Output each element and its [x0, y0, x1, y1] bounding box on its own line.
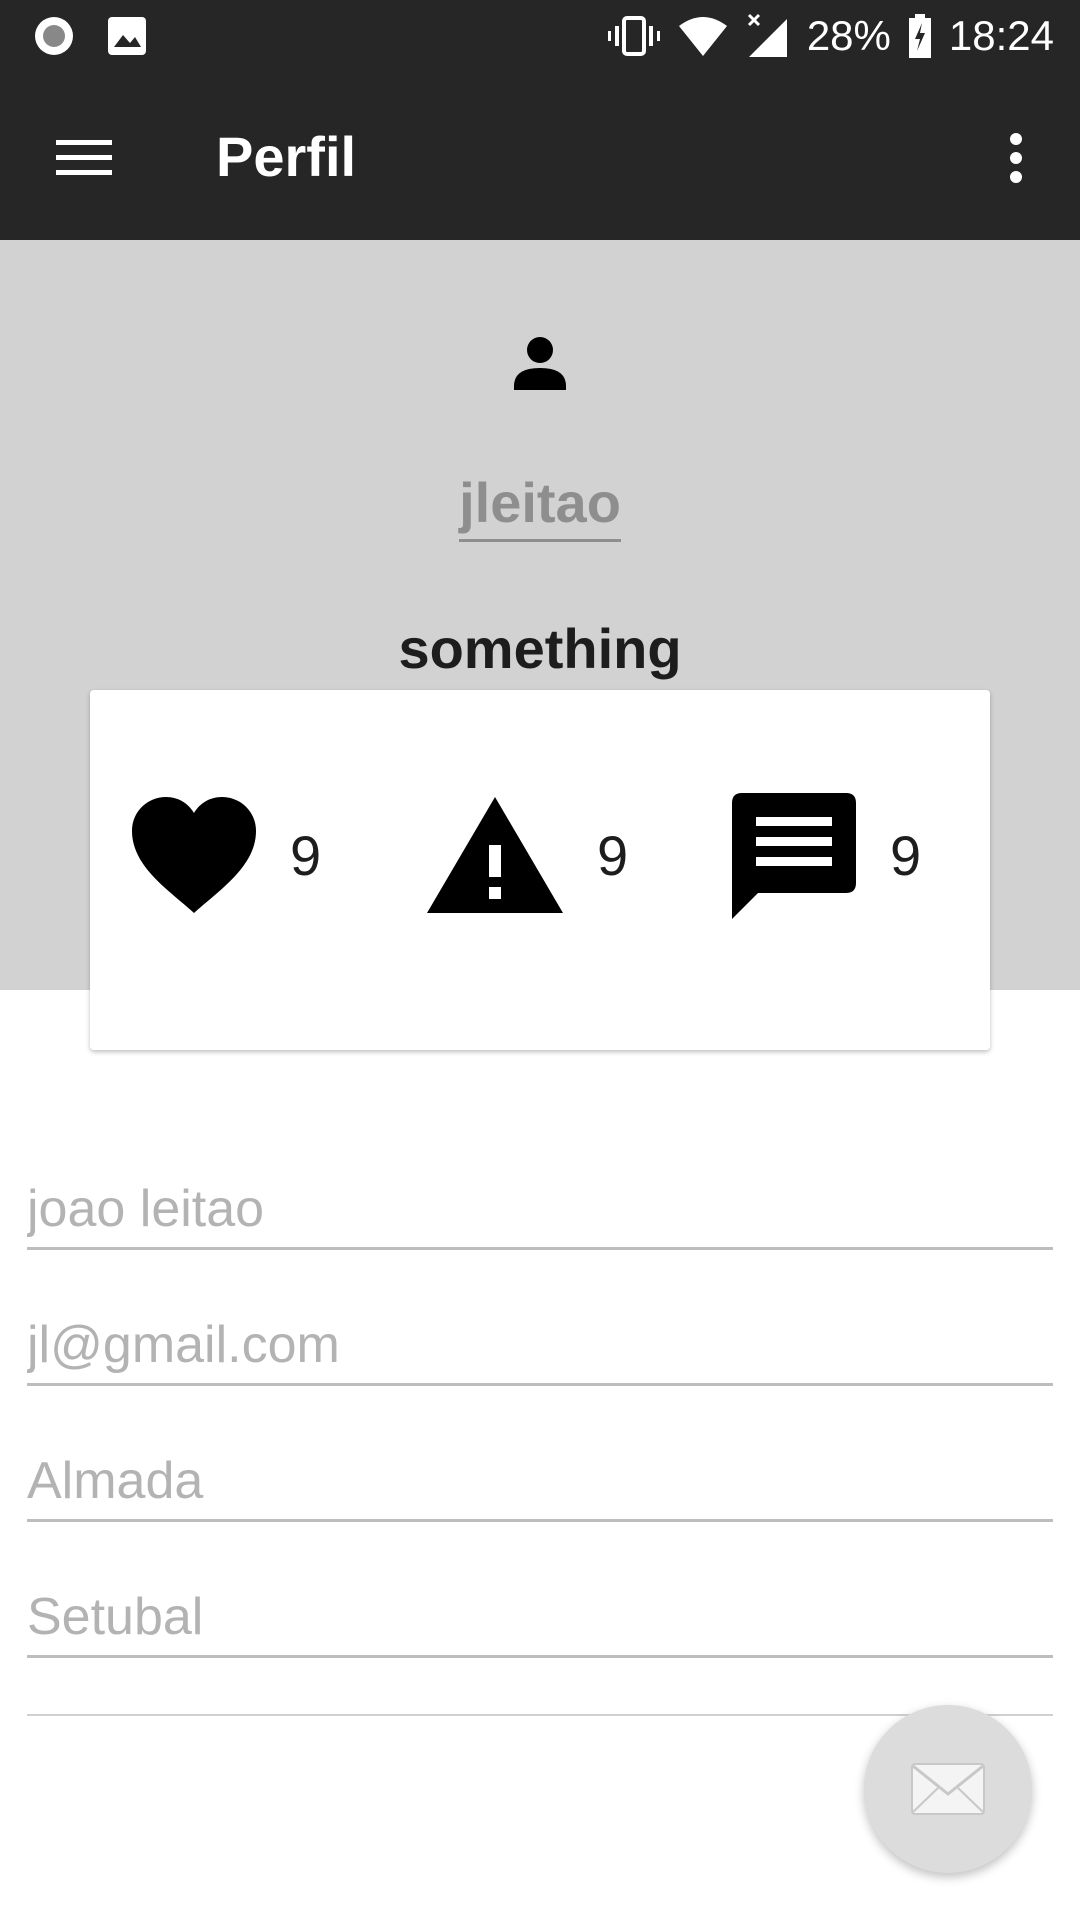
vibrate-icon [607, 14, 661, 58]
extra-field[interactable] [27, 1636, 1053, 1714]
comment-icon [732, 793, 856, 919]
name-field[interactable] [27, 1170, 1053, 1247]
mail-icon [911, 1763, 985, 1815]
city-field[interactable] [27, 1442, 1053, 1519]
likes-count: 9 [290, 823, 322, 887]
warning-icon [427, 797, 563, 913]
bio-text: something [398, 617, 682, 680]
nav-menu-button[interactable] [40, 114, 128, 202]
comments-stat[interactable]: 9 [730, 790, 921, 920]
extra-field-container [27, 1636, 1053, 1716]
battery-charging-icon [907, 13, 933, 59]
clock: 18:24 [948, 12, 1054, 59]
name-field-container [27, 1170, 1053, 1250]
more-vert-icon [1010, 133, 1022, 183]
send-message-fab[interactable] [864, 1705, 1032, 1873]
profile-screen: 28% 18:24 Perfil jleitao something 9 9 9… [0, 0, 1080, 1920]
wifi-icon [677, 14, 729, 58]
overflow-menu-button[interactable] [980, 114, 1052, 202]
reports-stat[interactable]: 9 [425, 790, 628, 920]
comments-count: 9 [890, 823, 922, 887]
city-field-container [27, 1442, 1053, 1522]
heart-icon [132, 797, 256, 913]
email-field[interactable] [27, 1306, 1053, 1383]
image-icon [106, 14, 148, 58]
record-icon [32, 14, 76, 58]
person-icon[interactable] [510, 334, 570, 394]
battery-percent: 28% [806, 12, 891, 59]
likes-stat[interactable]: 9 [130, 790, 321, 920]
hamburger-menu-icon [56, 140, 112, 175]
reports-count: 9 [597, 823, 629, 887]
username-text: jleitao [459, 470, 621, 542]
signal-icon [745, 13, 791, 59]
username[interactable]: jleitao [0, 470, 1080, 542]
email-field-container [27, 1306, 1053, 1386]
page-title: Perfil [216, 125, 357, 188]
status-bar: 28% 18:24 [0, 0, 1080, 72]
app-bar: Perfil [0, 72, 1080, 240]
stats-card: 9 9 9 [90, 690, 990, 1050]
